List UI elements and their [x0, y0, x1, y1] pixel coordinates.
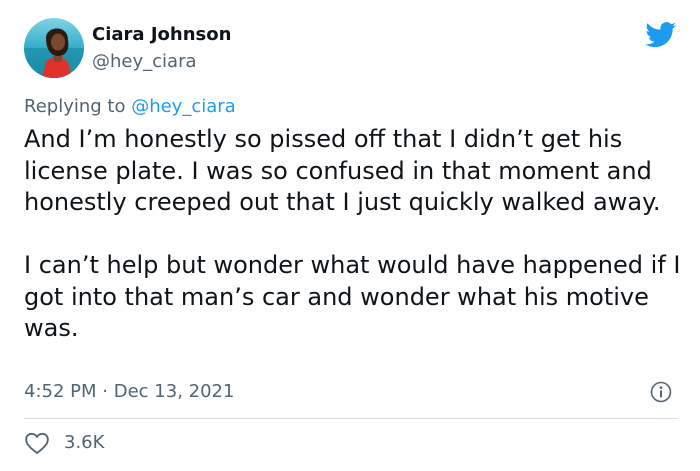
divider — [24, 418, 677, 419]
replying-prefix: Replying to — [24, 96, 132, 117]
reply-mention-link[interactable]: @hey_ciara — [131, 96, 236, 117]
tweet-timestamp[interactable]: 4:52 PM · Dec 13, 2021 — [24, 381, 234, 403]
meta-separator: · — [102, 381, 108, 402]
heart-icon — [25, 432, 49, 454]
author-name[interactable]: Ciara Johnson — [92, 24, 231, 46]
avatar[interactable] — [24, 18, 84, 78]
author-handle[interactable]: @hey_ciara — [92, 51, 197, 73]
avatar-image — [24, 18, 84, 78]
tweet-time: 4:52 PM — [24, 381, 97, 402]
info-icon[interactable] — [650, 381, 672, 403]
replying-to: Replying to @hey_ciara — [24, 96, 236, 118]
like-button[interactable]: 3.6K — [24, 430, 104, 456]
tweet-text: And I’m honestly so pissed off that I di… — [24, 124, 684, 345]
tweet-date: Dec 13, 2021 — [113, 381, 235, 402]
like-count: 3.6K — [64, 432, 105, 453]
tweet-card: Ciara Johnson @hey_ciara Replying to @he… — [0, 0, 700, 471]
twitter-bird-icon[interactable] — [645, 22, 677, 48]
tweet-paragraph: I can’t help but wonder what would have … — [24, 251, 689, 342]
tweet-paragraph: And I’m honestly so pissed off that I di… — [24, 125, 661, 216]
